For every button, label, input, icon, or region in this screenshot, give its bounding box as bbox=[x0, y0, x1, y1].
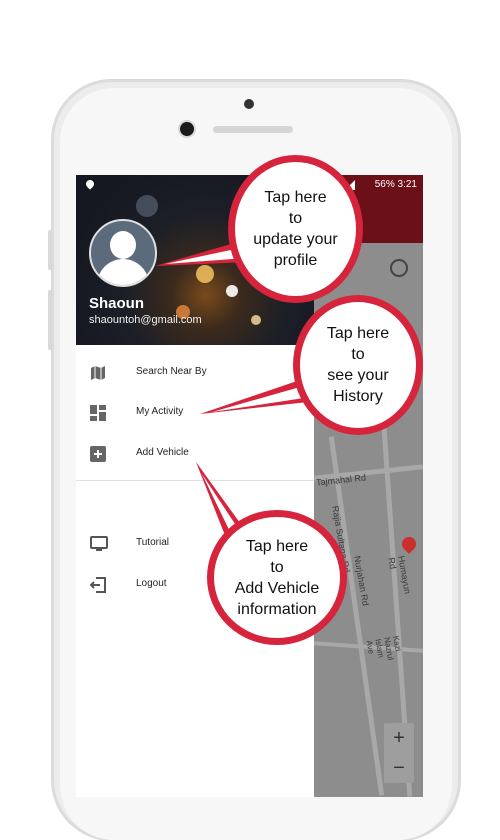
zoom-in-button[interactable]: + bbox=[384, 723, 414, 753]
front-camera bbox=[180, 122, 194, 136]
proximity-sensor bbox=[244, 99, 254, 109]
map-road bbox=[328, 436, 385, 796]
header-background-light bbox=[136, 195, 158, 217]
menu-item-search-near-by[interactable]: Search Near By bbox=[76, 355, 314, 391]
user-email: shaountoh@gmail.com bbox=[89, 314, 202, 326]
header-background-light bbox=[251, 315, 261, 325]
menu-item-my-activity[interactable]: My Activity bbox=[76, 395, 314, 431]
clock: 3:21 bbox=[397, 179, 417, 190]
add-box-icon bbox=[90, 446, 106, 462]
avatar-body bbox=[97, 259, 149, 285]
user-name: Shaoun bbox=[89, 295, 144, 312]
zoom-out-button[interactable]: − bbox=[384, 753, 414, 783]
monitor-icon bbox=[90, 536, 108, 551]
header-background-light bbox=[226, 285, 238, 297]
menu-item-label: Search Near By bbox=[136, 366, 207, 377]
locate-me-icon[interactable] bbox=[390, 259, 408, 277]
dashboard-icon bbox=[90, 405, 106, 421]
avatar-head bbox=[110, 231, 136, 259]
map-street-label: Humayun Rd bbox=[386, 555, 413, 595]
logout-icon bbox=[90, 577, 106, 593]
avatar[interactable] bbox=[89, 219, 157, 287]
status-text: 56% 3:21 bbox=[375, 179, 417, 190]
map-icon bbox=[91, 366, 105, 380]
location-pin-icon[interactable] bbox=[399, 534, 419, 554]
zoom-controls: + − bbox=[384, 723, 414, 783]
profile-callout: Tap here to update your profile bbox=[228, 155, 363, 303]
earpiece bbox=[213, 126, 293, 133]
menu-divider bbox=[76, 480, 314, 481]
menu-item-label: My Activity bbox=[136, 406, 184, 417]
history-callout: Tap here to see your History bbox=[293, 295, 423, 435]
menu-item-label: Tutorial bbox=[136, 537, 169, 548]
vehicle-callout: Tap here to Add Vehicle information bbox=[207, 510, 347, 645]
header-background-light bbox=[196, 265, 214, 283]
menu-item-add-vehicle[interactable]: Add Vehicle bbox=[76, 436, 314, 472]
battery-level: 56% bbox=[374, 179, 395, 190]
menu-item-label: Add Vehicle bbox=[136, 447, 189, 458]
menu-item-label: Logout bbox=[136, 578, 167, 589]
